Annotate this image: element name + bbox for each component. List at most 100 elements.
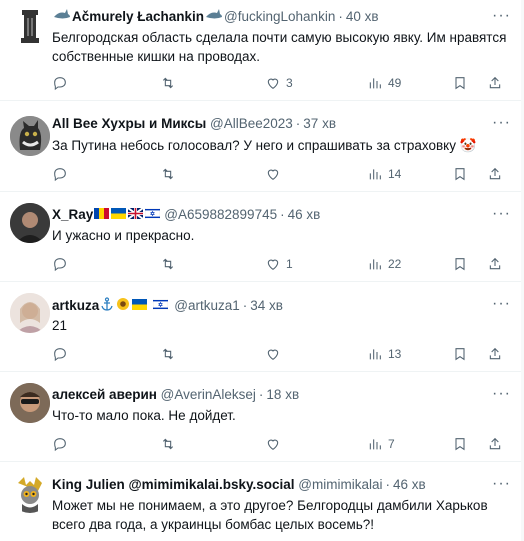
- like-count: 1: [286, 257, 293, 271]
- views-button[interactable]: 7: [367, 434, 395, 454]
- like-button[interactable]: 1: [265, 254, 293, 274]
- bookmark-icon: [455, 348, 465, 361]
- tweet-header: artkuza @artkuza1 · 34 хв: [52, 297, 283, 314]
- tweet-header: Ačmurely Łachankin @fuckingLohankin · 40…: [52, 9, 379, 24]
- view-count: 22: [388, 257, 402, 271]
- reply-icon: [54, 258, 66, 272]
- reply-button[interactable]: [52, 254, 68, 274]
- bookmark-button[interactable]: [452, 254, 468, 274]
- views-button[interactable]: 13: [367, 344, 401, 364]
- shark-icon: [205, 9, 223, 24]
- views-icon: [369, 349, 381, 360]
- timestamp[interactable]: 34 хв: [250, 298, 283, 313]
- tweet-actions: 13: [52, 344, 512, 364]
- bookmark-icon: [455, 438, 465, 451]
- display-name[interactable]: алексей аверин: [52, 387, 157, 402]
- avatar[interactable]: [10, 473, 50, 513]
- view-count: 14: [388, 167, 402, 181]
- share-button[interactable]: [487, 164, 503, 184]
- heart-icon: [267, 349, 279, 360]
- like-button[interactable]: [265, 164, 281, 184]
- avatar[interactable]: [10, 116, 50, 156]
- like-button[interactable]: 3: [265, 73, 293, 93]
- avatar[interactable]: [10, 293, 50, 333]
- more-options-icon[interactable]: ···: [492, 115, 510, 135]
- reply-button[interactable]: [52, 73, 68, 93]
- tweet[interactable]: All Bee Хухры и Миксы @AllBee2023 · 37 х…: [0, 102, 524, 192]
- share-button[interactable]: [487, 73, 503, 93]
- user-handle[interactable]: @mimimikalai: [298, 477, 382, 492]
- tweet[interactable]: Ačmurely Łachankin @fuckingLohankin · 40…: [0, 0, 524, 101]
- reply-icon: [54, 77, 66, 91]
- like-button[interactable]: [265, 344, 281, 364]
- bookmark-icon: [455, 258, 465, 271]
- retweet-button[interactable]: [160, 73, 176, 93]
- tweet[interactable]: artkuza @artkuza1 · 34 хв ··· 21 13: [0, 283, 524, 372]
- timestamp[interactable]: 46 хв: [288, 207, 321, 222]
- tweet[interactable]: алексей аверин @AverinAleksej · 18 хв ··…: [0, 373, 524, 462]
- reply-button[interactable]: [52, 164, 68, 184]
- views-button[interactable]: 49: [367, 73, 401, 93]
- tweet-actions: 3 49: [52, 73, 512, 93]
- tweet-header: алексей аверин @AverinAleksej · 18 хв: [52, 387, 299, 402]
- retweet-button[interactable]: [160, 254, 176, 274]
- person-avatar-icon: [10, 203, 50, 243]
- avatar[interactable]: [10, 6, 50, 46]
- like-button[interactable]: [265, 434, 281, 454]
- reply-button[interactable]: [52, 434, 68, 454]
- share-icon: [489, 167, 501, 180]
- person-avatar-icon: [10, 383, 50, 423]
- tweet-header: All Bee Хухры и Миксы @AllBee2023 · 37 х…: [52, 116, 336, 131]
- reply-button[interactable]: [52, 344, 68, 364]
- retweet-icon: [162, 348, 174, 360]
- views-button[interactable]: 22: [367, 254, 401, 274]
- bookmark-button[interactable]: [452, 434, 468, 454]
- views-button[interactable]: 14: [367, 164, 401, 184]
- cat-avatar-icon: [10, 116, 50, 156]
- timestamp[interactable]: 37 хв: [303, 116, 336, 131]
- reply-icon: [54, 168, 66, 182]
- tweet-text: За Путина небось голосовал? У него и спр…: [52, 138, 477, 153]
- tweet-text: Может мы не понимаем, а это другое? Белг…: [52, 498, 488, 532]
- avatar[interactable]: [10, 383, 50, 423]
- share-button[interactable]: [487, 254, 503, 274]
- display-name[interactable]: artkuza: [52, 298, 99, 313]
- view-count: 7: [388, 437, 395, 451]
- share-button[interactable]: [487, 434, 503, 454]
- more-options-icon[interactable]: ···: [492, 8, 510, 28]
- bookmark-button[interactable]: [452, 344, 468, 364]
- user-handle[interactable]: @AverinAleksej: [161, 387, 256, 402]
- user-handle[interactable]: @fuckingLohankin: [224, 9, 335, 24]
- retweet-button[interactable]: [160, 164, 176, 184]
- more-options-icon[interactable]: ···: [492, 206, 510, 226]
- timestamp[interactable]: 40 хв: [346, 9, 379, 24]
- display-name[interactable]: King Julien @mimimikalai.bsky.social: [52, 477, 295, 492]
- tweet[interactable]: X_Ray @A659882899745 · 46 хв ··· И ужасн…: [0, 193, 524, 282]
- lemur-avatar-icon: [10, 473, 50, 513]
- display-name[interactable]: All Bee Хухры и Миксы: [52, 116, 206, 131]
- more-options-icon[interactable]: ···: [492, 386, 510, 406]
- views-icon: [369, 259, 381, 270]
- timestamp[interactable]: 46 хв: [393, 477, 426, 492]
- tweet-text: И ужасно и прекрасно.: [52, 228, 195, 243]
- avatar[interactable]: [10, 203, 50, 243]
- views-icon: [369, 78, 381, 89]
- timestamp[interactable]: 18 хв: [266, 387, 299, 402]
- retweet-icon: [162, 258, 174, 270]
- uk-flag-icon: [127, 207, 144, 222]
- user-handle[interactable]: @AllBee2023: [210, 116, 293, 131]
- retweet-icon: [162, 438, 174, 450]
- display-name[interactable]: Ačmurely Łachankin: [72, 9, 204, 24]
- user-handle[interactable]: @artkuza1: [174, 298, 239, 313]
- tweet[interactable]: King Julien @mimimikalai.bsky.social @mi…: [0, 463, 524, 541]
- bookmark-button[interactable]: [452, 73, 468, 93]
- display-name[interactable]: X_Ray: [52, 207, 93, 222]
- tweet-actions: 7: [52, 434, 512, 454]
- user-handle[interactable]: @A659882899745: [164, 207, 277, 222]
- more-options-icon[interactable]: ···: [492, 296, 510, 316]
- share-button[interactable]: [487, 344, 503, 364]
- retweet-button[interactable]: [160, 434, 176, 454]
- retweet-button[interactable]: [160, 344, 176, 364]
- bookmark-button[interactable]: [452, 164, 468, 184]
- more-options-icon[interactable]: ···: [492, 476, 510, 496]
